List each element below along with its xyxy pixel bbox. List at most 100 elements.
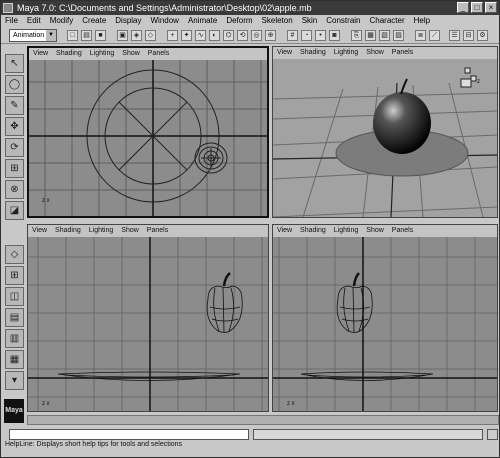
- time-slider[interactable]: [27, 415, 499, 425]
- joint-mask-icon[interactable]: ✦: [181, 30, 192, 41]
- help-line: HelpLine: Displays short help tips for t…: [5, 441, 183, 448]
- panel-menu-shading[interactable]: Shading: [56, 48, 82, 60]
- panel-menu-shading[interactable]: Shading: [55, 225, 81, 237]
- axis-indicator-side: z x: [287, 401, 295, 407]
- panel-menu-view[interactable]: View: [277, 47, 292, 59]
- select-object-icon[interactable]: ◈: [131, 30, 142, 41]
- viewport-persp[interactable]: View Shading Lighting Show Panels z: [272, 46, 498, 218]
- graph-editor-icon[interactable]: ⟋: [429, 30, 440, 41]
- ipr-render-icon[interactable]: ▧: [379, 30, 390, 41]
- panel-menu-panels[interactable]: Panels: [148, 48, 169, 60]
- outliner-layout-icon[interactable]: ▤: [5, 308, 24, 327]
- snap-point-icon[interactable]: •: [315, 30, 326, 41]
- panel-menu-lighting[interactable]: Lighting: [90, 48, 115, 60]
- axis-indicator-front: z x: [42, 401, 50, 407]
- menu-animate[interactable]: Animate: [188, 15, 217, 27]
- front-view-canvas: [28, 237, 268, 411]
- panel-menu-panels[interactable]: Panels: [147, 225, 168, 237]
- menu-constrain[interactable]: Constrain: [326, 15, 360, 27]
- panel-menu-view[interactable]: View: [32, 225, 47, 237]
- surface-mask-icon[interactable]: ◐: [209, 30, 220, 41]
- graph-layout-icon[interactable]: ▦: [5, 350, 24, 369]
- menu-help[interactable]: Help: [414, 15, 430, 27]
- scale-tool-icon[interactable]: ⊞: [5, 159, 24, 178]
- menu-window[interactable]: Window: [151, 15, 179, 27]
- lasso-tool-icon[interactable]: ◯: [5, 75, 24, 94]
- menu-skeleton[interactable]: Skeleton: [262, 15, 293, 27]
- panel-menu-show[interactable]: Show: [366, 225, 384, 237]
- snap-grid-icon[interactable]: #: [287, 30, 298, 41]
- command-line-input[interactable]: [9, 429, 249, 440]
- menu-modify[interactable]: Modify: [50, 15, 74, 27]
- viewport-side[interactable]: View Shading Lighting Show Panels z x: [272, 224, 498, 412]
- custom-layout-icon[interactable]: ▾: [5, 371, 24, 390]
- soft-mod-tool-icon[interactable]: ◪: [5, 201, 24, 220]
- channel-box-icon[interactable]: ⊟: [463, 30, 474, 41]
- menu-create[interactable]: Create: [82, 15, 106, 27]
- panel-menu-shading[interactable]: Shading: [300, 225, 326, 237]
- panel-menu-show[interactable]: Show: [122, 48, 140, 60]
- render-globals-icon[interactable]: ▨: [393, 30, 404, 41]
- menu-bar: File Edit Modify Create Display Window A…: [1, 15, 499, 27]
- tool-settings-icon[interactable]: ⚙: [477, 30, 488, 41]
- handle-mask-icon[interactable]: +: [167, 30, 178, 41]
- viewport-top[interactable]: View Shading Lighting Show Panels z x: [27, 46, 269, 218]
- panel-menu-shading[interactable]: Shading: [300, 47, 326, 59]
- menu-character[interactable]: Character: [370, 15, 405, 27]
- panel-menu-view[interactable]: View: [33, 48, 48, 60]
- mode-selector[interactable]: Animation ▼: [9, 29, 57, 42]
- panel-menu-panels[interactable]: Panels: [392, 47, 413, 59]
- script-editor-button[interactable]: [487, 429, 498, 440]
- axis-indicator-top: z x: [42, 198, 50, 204]
- paint-select-tool-icon[interactable]: ✎: [5, 96, 24, 115]
- menu-file[interactable]: File: [5, 15, 18, 27]
- two-view-layout-icon[interactable]: ◫: [5, 287, 24, 306]
- render-frame-icon[interactable]: ▦: [365, 30, 376, 41]
- close-button[interactable]: ×: [485, 2, 497, 13]
- deform-mask-icon[interactable]: ⌬: [223, 30, 234, 41]
- maya-logo: Maya: [4, 399, 24, 423]
- panel-menu-show[interactable]: Show: [366, 47, 384, 59]
- rotate-tool-icon[interactable]: ⟳: [5, 138, 24, 157]
- dynamics-mask-icon[interactable]: ⟲: [237, 30, 248, 41]
- curve-mask-icon[interactable]: ∿: [195, 30, 206, 41]
- window-title: Maya 7.0: C:\Documents and Settings\Admi…: [17, 3, 312, 13]
- chevron-down-icon: ▼: [46, 30, 56, 41]
- viewport-front[interactable]: View Shading Lighting Show Panels z x: [27, 224, 269, 412]
- svg-text:z: z: [477, 79, 480, 85]
- panel-menu-lighting[interactable]: Lighting: [334, 225, 359, 237]
- select-component-icon[interactable]: ◇: [145, 30, 156, 41]
- minimize-button[interactable]: _: [457, 2, 469, 13]
- open-scene-icon[interactable]: ▤: [81, 30, 92, 41]
- four-view-layout-icon[interactable]: ⊞: [5, 266, 24, 285]
- hypershade-layout-icon[interactable]: ▥: [5, 329, 24, 348]
- new-scene-icon[interactable]: □: [67, 30, 78, 41]
- snap-curve-icon[interactable]: ◔: [301, 30, 312, 41]
- history-icon[interactable]: ⎘: [351, 30, 362, 41]
- app-icon: [3, 3, 13, 13]
- manipulator-tool-icon[interactable]: ⊗: [5, 180, 24, 199]
- panel-menu-panels[interactable]: Panels: [392, 225, 413, 237]
- render-mask-icon[interactable]: ◎: [251, 30, 262, 41]
- attribute-editor-icon[interactable]: ☰: [449, 30, 460, 41]
- menu-skin[interactable]: Skin: [302, 15, 318, 27]
- maximize-button[interactable]: □: [471, 2, 483, 13]
- outliner-icon[interactable]: ≣: [415, 30, 426, 41]
- menu-display[interactable]: Display: [115, 15, 141, 27]
- window-controls: _ □ ×: [457, 2, 497, 13]
- misc-mask-icon[interactable]: ⊕: [265, 30, 276, 41]
- panel-menu-view[interactable]: View: [277, 225, 292, 237]
- maya-window: Maya 7.0: C:\Documents and Settings\Admi…: [0, 0, 500, 458]
- viewport-side-menu: View Shading Lighting Show Panels: [273, 225, 497, 237]
- panel-menu-lighting[interactable]: Lighting: [89, 225, 114, 237]
- select-hierarchy-icon[interactable]: ▣: [117, 30, 128, 41]
- single-view-layout-icon[interactable]: ◇: [5, 245, 24, 264]
- select-tool-icon[interactable]: ↖: [5, 54, 24, 73]
- snap-surface-icon[interactable]: ◙: [329, 30, 340, 41]
- move-tool-icon[interactable]: ✥: [5, 117, 24, 136]
- panel-menu-lighting[interactable]: Lighting: [334, 47, 359, 59]
- panel-menu-show[interactable]: Show: [121, 225, 139, 237]
- menu-edit[interactable]: Edit: [27, 15, 41, 27]
- save-scene-icon[interactable]: ■: [95, 30, 106, 41]
- menu-deform[interactable]: Deform: [226, 15, 252, 27]
